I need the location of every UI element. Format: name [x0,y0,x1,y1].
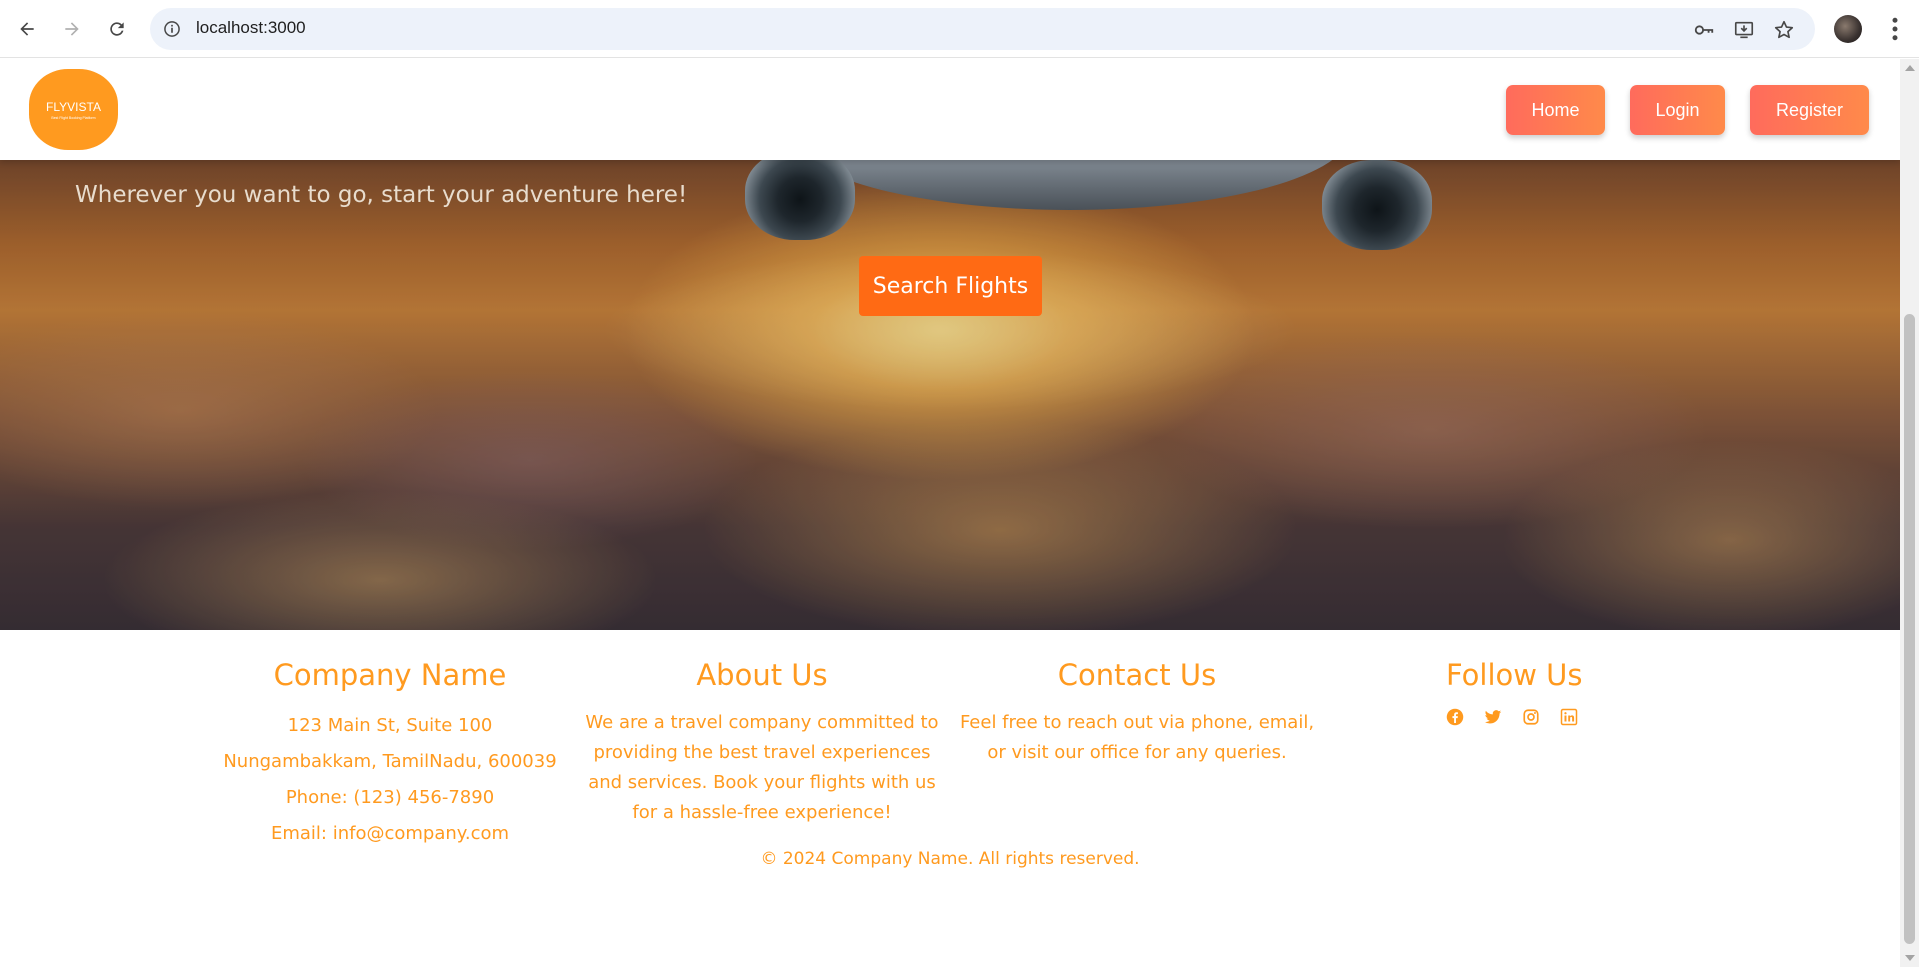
scroll-down-arrow-icon[interactable] [1905,955,1915,961]
site-header: FLYVISTA Best Flight Booking Platform Ho… [0,59,1900,160]
hero-overlay [0,160,1900,630]
footer-contact-heading: Contact Us [1057,658,1217,692]
footer-follow: Follow Us [1446,658,1586,726]
footer-about-line: We are a travel company committed to [585,712,939,733]
social-links [1446,708,1586,726]
hero-tagline: Wherever you want to go, start your adve… [75,182,688,208]
reload-icon[interactable] [102,14,132,44]
address-bar[interactable]: localhost:3000 [150,8,1815,50]
bookmark-star-icon[interactable] [1773,19,1795,41]
footer-contact-line: or visit our office for any queries. [987,742,1287,763]
footer-address-line2: Nungambakkam, TamilNadu, 600039 [223,751,557,772]
airplane-engine-right [1322,160,1432,250]
footer-about-heading: About Us [696,658,828,692]
url-text[interactable]: localhost:3000 [196,18,306,38]
copyright-text: © 2024 Company Name. All rights reserved… [760,849,1140,869]
footer-follow-heading: Follow Us [1446,658,1583,692]
footer-about-line: for a hassle-free experience! [632,802,892,823]
back-arrow-icon[interactable] [12,14,42,44]
footer-address-line1: 123 Main St, Suite 100 [287,715,493,736]
footer-about-line: providing the best travel experiences [593,742,931,763]
browser-toolbar: localhost:3000 [0,0,1919,58]
footer-company-heading: Company Name [273,658,507,692]
twitter-icon[interactable] [1484,708,1502,726]
install-app-icon[interactable] [1733,19,1755,41]
scrollbar-thumb[interactable] [1904,314,1915,944]
logo-tagline: Best Flight Booking Platform [51,115,96,120]
footer-company: Company Name 123 Main St, Suite 100 Nung… [220,658,560,852]
facebook-icon[interactable] [1446,708,1464,726]
more-menu-icon[interactable] [1880,14,1910,44]
footer-about-line: and services. Book your flights with us [588,772,936,793]
search-flights-button[interactable]: Search Flights [859,256,1042,316]
logo-title: FLYVISTA [46,99,101,114]
hero-section: Wherever you want to go, start your adve… [0,160,1900,630]
nav-login-button[interactable]: Login [1630,85,1725,135]
profile-avatar[interactable] [1834,15,1862,43]
footer-contact: Contact Us Feel free to reach out via ph… [955,658,1319,768]
footer-about: About Us We are a travel company committ… [580,658,944,828]
page-viewport: FLYVISTA Best Flight Booking Platform Ho… [0,59,1900,967]
scroll-up-arrow-icon[interactable] [1905,65,1915,71]
password-key-icon[interactable] [1693,19,1715,41]
forward-arrow-icon[interactable] [57,14,87,44]
instagram-icon[interactable] [1522,708,1540,726]
brand-logo[interactable]: FLYVISTA Best Flight Booking Platform [29,69,118,150]
page-scrollbar[interactable] [1900,59,1919,967]
footer-email[interactable]: Email: info@company.com [220,816,560,852]
footer-contact-line: Feel free to reach out via phone, email, [959,712,1315,733]
nav-home-button[interactable]: Home [1506,85,1605,135]
site-info-icon[interactable] [162,19,182,39]
footer-phone: Phone: (123) 456-7890 [285,787,495,808]
nav-register-button[interactable]: Register [1750,85,1869,135]
site-footer: Company Name 123 Main St, Suite 100 Nung… [0,630,1900,967]
airplane-engine-left [745,160,855,240]
linkedin-icon[interactable] [1560,708,1578,726]
